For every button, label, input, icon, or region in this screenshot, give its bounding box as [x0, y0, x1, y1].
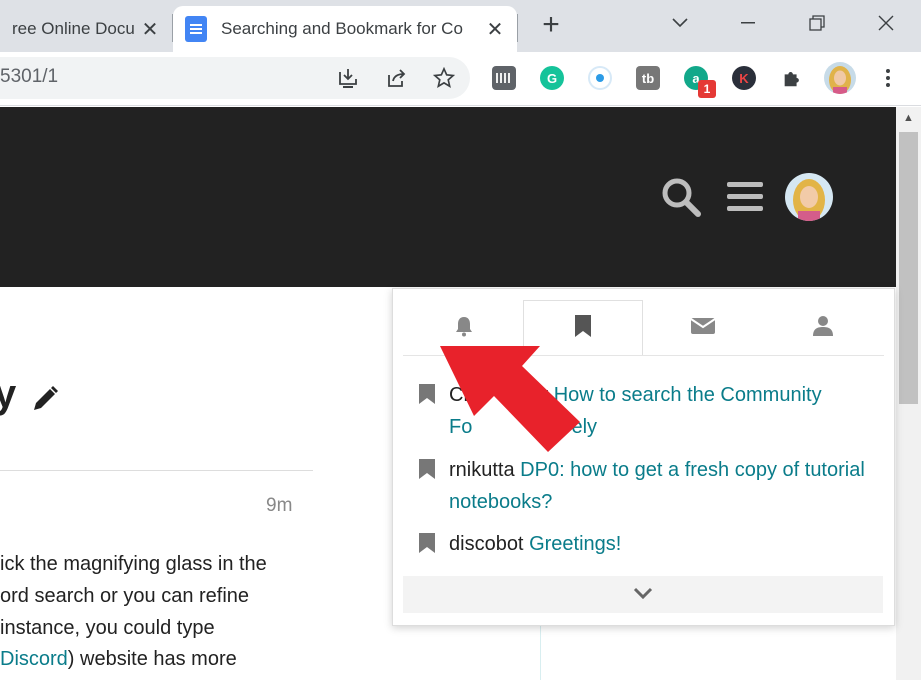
post-body-line: ord search or you can refine — [0, 585, 250, 607]
show-more-button[interactable] — [403, 576, 883, 613]
bell-icon — [453, 315, 475, 342]
scroll-up-arrow-icon[interactable]: ▲ — [900, 112, 917, 126]
bookmark-icon — [573, 314, 593, 343]
user-avatar[interactable] — [785, 173, 833, 221]
page-title-text: y — [0, 372, 17, 416]
install-app-icon[interactable] — [334, 64, 362, 92]
tab-search-chevron-icon[interactable] — [660, 8, 700, 38]
close-icon[interactable]: ✕ — [140, 17, 160, 42]
wiki-extension-icon[interactable] — [492, 66, 516, 90]
extensions-puzzle-icon[interactable] — [778, 64, 806, 92]
k-extension-icon[interactable]: K — [732, 66, 756, 90]
post-body-line: Discord) website has more — [0, 648, 237, 671]
bookmark-user: rnikutta — [449, 459, 515, 481]
user-icon — [812, 315, 834, 342]
share-icon[interactable] — [382, 64, 410, 92]
tab-title: ree Online Docu — [12, 19, 135, 38]
post-divider — [0, 470, 313, 471]
bookmark-item[interactable]: rnikutta DP0: how to get a fresh copy of… — [418, 454, 878, 518]
address-url[interactable]: 5301/1 — [0, 66, 58, 88]
minimize-button[interactable] — [728, 8, 768, 38]
post-body-line: instance, you could type — [0, 617, 215, 639]
profile-avatar[interactable] — [824, 62, 856, 94]
extension-badge: 1 — [698, 80, 716, 98]
google-docs-icon — [185, 16, 207, 42]
browser-tab-searching-bookmark[interactable]: Searching and Bookmark for Co ✕ — [173, 6, 517, 52]
tab-profile[interactable] — [763, 300, 883, 356]
bookmark-icon — [418, 532, 436, 559]
scrollbar-thumb[interactable] — [899, 132, 918, 404]
close-icon[interactable]: ✕ — [485, 17, 505, 42]
bookmark-user: discobot — [449, 533, 524, 555]
text-fragment: ) website has more — [67, 648, 237, 670]
grammarly-icon[interactable]: G — [540, 66, 564, 90]
bookmark-title-link[interactable]: How to search the Community — [554, 384, 822, 406]
envelope-icon — [690, 316, 716, 341]
chevron-down-icon — [633, 586, 653, 604]
close-window-button[interactable] — [866, 8, 906, 38]
tab-messages[interactable] — [643, 300, 763, 356]
discord-link[interactable]: Discord — [0, 648, 68, 670]
bookmark-star-icon[interactable] — [430, 64, 458, 92]
post-body-line: ick the magnifying glass in the — [0, 553, 267, 575]
restore-button[interactable] — [797, 8, 837, 38]
hamburger-menu-icon[interactable] — [726, 180, 764, 214]
browser-menu-icon[interactable] — [874, 64, 902, 92]
post-timestamp: 9m — [266, 495, 293, 516]
browser-tab-online-docs[interactable]: ree Online Docu ✕ — [0, 6, 172, 52]
pencil-edit-icon[interactable] — [29, 380, 61, 412]
circle-extension-icon[interactable] — [588, 66, 612, 90]
bookmark-title-link[interactable]: Greetings! — [529, 533, 621, 555]
page-title: y — [0, 372, 61, 417]
search-icon[interactable] — [660, 176, 702, 218]
bookmark-icon — [418, 458, 436, 485]
bookmark-item[interactable]: discobot Greetings! — [418, 528, 878, 562]
new-tab-button[interactable]: + — [536, 10, 566, 40]
tab-separator — [517, 14, 518, 42]
red-annotation-arrow-icon — [440, 346, 580, 452]
timeline-line — [540, 626, 541, 680]
tab-title: Searching and Bookmark for Co — [221, 19, 463, 38]
tb-extension-icon[interactable]: tb — [636, 66, 660, 90]
